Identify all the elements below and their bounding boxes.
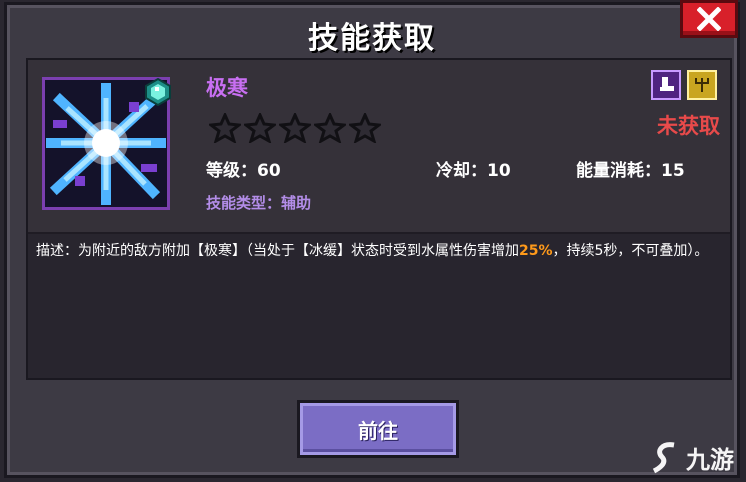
- star-icon: [209, 113, 241, 143]
- skill-panel: 极寒 未获取 等级：60 冷却：10 能量消耗：15 技能类型：辅助 描述：为附…: [26, 58, 732, 380]
- close-button[interactable]: [680, 0, 738, 38]
- skill-dialog: 技能获取 极寒 未获取 等级：60 冷却：10 能量消耗：15 技能类型：辅助 …: [4, 2, 740, 478]
- go-button[interactable]: 前往: [297, 400, 459, 458]
- description-text-end: ，持续5秒，不可叠加）。: [552, 243, 709, 259]
- dialog-title: 技能获取: [308, 21, 436, 56]
- jiuyou-logo: 九游: [652, 440, 734, 475]
- skill-badges: [651, 70, 717, 100]
- skill-level: 等级：60: [206, 161, 281, 181]
- skill-type: 技能类型：辅助: [206, 194, 312, 212]
- boot-badge-icon: [651, 70, 681, 100]
- star-rating: [209, 113, 381, 143]
- rune-badge-icon: [687, 70, 717, 100]
- watermark-text: 九游: [686, 446, 734, 474]
- skill-name: 极寒: [206, 76, 248, 100]
- jiuyou-logo-icon: [652, 441, 675, 473]
- skill-cooldown: 冷却：10: [436, 161, 511, 181]
- description-text: 描述：为附近的敌方附加【极寒】（当处于【冰缓】状态时受到水属性伤害增加: [36, 243, 519, 259]
- star-icon: [279, 113, 311, 143]
- close-icon: [697, 7, 721, 31]
- gem-icon: [145, 78, 171, 106]
- star-icon: [314, 113, 346, 143]
- description-highlight: 25%: [519, 243, 553, 259]
- skill-header: 极寒 未获取 等级：60 冷却：10 能量消耗：15 技能类型：辅助: [28, 60, 730, 234]
- star-icon: [244, 113, 276, 143]
- acquire-status: 未获取: [657, 114, 720, 138]
- skill-description: 描述：为附近的敌方附加【极寒】（当处于【冰缓】状态时受到水属性伤害增加25%，持…: [36, 240, 724, 262]
- skill-energy-cost: 能量消耗：15: [576, 161, 685, 181]
- star-icon: [349, 113, 381, 143]
